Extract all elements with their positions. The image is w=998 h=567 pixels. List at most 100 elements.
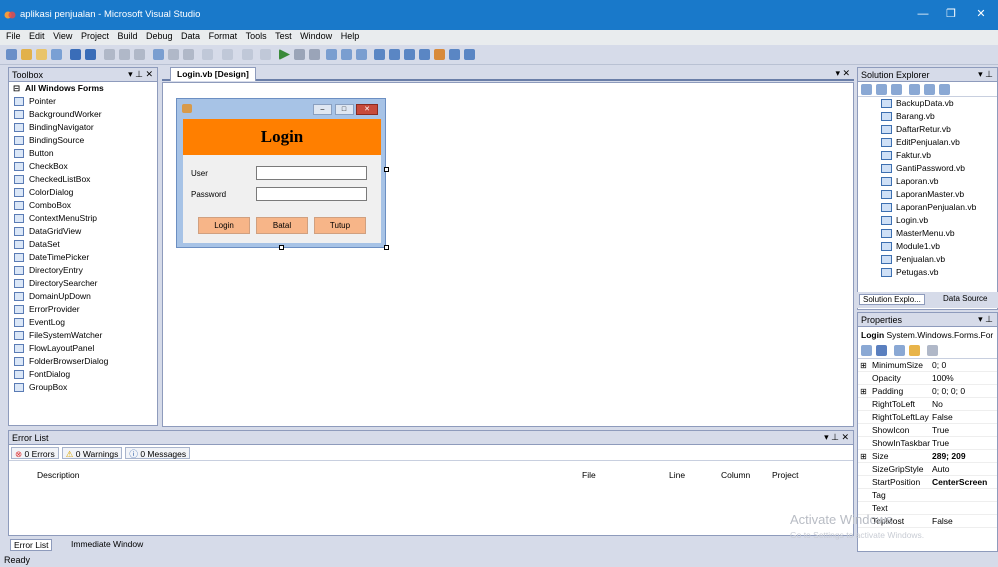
solution-file-item[interactable]: Laporan.vb bbox=[858, 175, 997, 188]
property-value[interactable]: True bbox=[932, 424, 949, 437]
properties-icon[interactable] bbox=[861, 84, 872, 95]
toolbox-item[interactable]: EventLog bbox=[9, 316, 157, 329]
refresh-icon[interactable] bbox=[891, 84, 902, 95]
user-textbox[interactable] bbox=[256, 166, 367, 180]
solution-file-item[interactable]: Faktur.vb bbox=[858, 149, 997, 162]
menu-tools[interactable]: Tools bbox=[243, 30, 270, 41]
restore-button[interactable]: ❐ bbox=[938, 5, 964, 23]
alphabetical-icon[interactable] bbox=[876, 345, 887, 356]
resize-handle-bottom[interactable] bbox=[279, 245, 284, 250]
property-value[interactable]: False bbox=[932, 515, 953, 528]
add-item-icon[interactable] bbox=[21, 49, 32, 60]
undo-icon[interactable] bbox=[202, 49, 213, 60]
column-file[interactable]: File bbox=[582, 470, 596, 480]
password-textbox[interactable] bbox=[256, 187, 367, 201]
solution-file-item[interactable]: Petugas.vb bbox=[858, 266, 997, 279]
solution-file-item[interactable]: GantiPassword.vb bbox=[858, 162, 997, 175]
property-row[interactable]: ⊞ Size 289; 209 bbox=[858, 450, 997, 463]
solution-file-item[interactable]: Penjualan.vb bbox=[858, 253, 997, 266]
find-icon[interactable] bbox=[374, 49, 385, 60]
messages-filter-button[interactable]: ⓘ 0 Messages bbox=[125, 447, 191, 459]
menu-format[interactable]: Format bbox=[206, 30, 241, 41]
toolbox-icon[interactable] bbox=[434, 49, 445, 60]
open-file-icon[interactable] bbox=[36, 49, 47, 60]
property-row[interactable]: ⊞ MinimumSize 0; 0 bbox=[858, 359, 997, 372]
property-row[interactable]: Opacity 100% bbox=[858, 372, 997, 385]
toolbox-item[interactable]: GroupBox bbox=[9, 381, 157, 394]
toolbox-category[interactable]: ⊟ All Windows Forms bbox=[9, 82, 157, 95]
batal-button[interactable]: Batal bbox=[256, 217, 308, 234]
toolbox-item[interactable]: ComboBox bbox=[9, 199, 157, 212]
menu-file[interactable]: File bbox=[3, 30, 24, 41]
solution-file-item[interactable]: EditPenjualan.vb bbox=[858, 136, 997, 149]
pane-controls[interactable]: ▾ ⊥ ✕ bbox=[824, 432, 849, 443]
toolbox-item[interactable]: BindingNavigator bbox=[9, 121, 157, 134]
errors-filter-button[interactable]: ⊗ 0 Errors bbox=[11, 447, 59, 459]
new-project-icon[interactable] bbox=[6, 49, 17, 60]
toolbox-item[interactable]: CheckBox bbox=[9, 160, 157, 173]
property-row[interactable]: ShowIcon True bbox=[858, 424, 997, 437]
copy-icon[interactable] bbox=[119, 49, 130, 60]
tab-login-design[interactable]: Login.vb [Design] bbox=[170, 67, 256, 81]
cut-icon[interactable] bbox=[104, 49, 115, 60]
login-form[interactable]: – □ ✕ Login User Password Login Batal Tu… bbox=[176, 98, 386, 248]
property-row[interactable]: RightToLeftLay False bbox=[858, 411, 997, 424]
property-value[interactable]: 0; 0; 0; 0 bbox=[932, 385, 965, 398]
toolbox-item[interactable]: BackgroundWorker bbox=[9, 108, 157, 121]
warnings-filter-button[interactable]: ⚠ 0 Warnings bbox=[61, 447, 123, 459]
step-into-icon[interactable] bbox=[326, 49, 337, 60]
outdent-icon[interactable] bbox=[183, 49, 194, 60]
resize-handle-corner[interactable] bbox=[384, 245, 389, 250]
tab-solution-explorer[interactable]: Solution Explo... bbox=[859, 294, 925, 305]
tutup-button[interactable]: Tutup bbox=[314, 217, 366, 234]
solution-explorer-icon[interactable] bbox=[389, 49, 400, 60]
solution-file-item[interactable]: Module1.vb bbox=[858, 240, 997, 253]
doc-tab-controls[interactable]: ▾ ✕ bbox=[835, 68, 850, 79]
property-row[interactable]: ⊞ Padding 0; 0; 0; 0 bbox=[858, 385, 997, 398]
start-page-icon[interactable] bbox=[449, 49, 460, 60]
toolbox-item[interactable]: BindingSource bbox=[9, 134, 157, 147]
solution-file-item[interactable]: Login.vb bbox=[858, 214, 997, 227]
indent-icon[interactable] bbox=[168, 49, 179, 60]
property-row[interactable]: Tag bbox=[858, 489, 997, 502]
menu-project[interactable]: Project bbox=[78, 30, 112, 41]
property-value[interactable]: No bbox=[932, 398, 943, 411]
solution-file-item[interactable]: MasterMenu.vb bbox=[858, 227, 997, 240]
redo-icon[interactable] bbox=[222, 49, 233, 60]
events-icon[interactable] bbox=[909, 345, 920, 356]
toolbox-item[interactable]: DateTimePicker bbox=[9, 251, 157, 264]
pane-controls[interactable]: ▾ ⊥ bbox=[978, 69, 993, 80]
column-project[interactable]: Project bbox=[772, 470, 798, 480]
save-all-icon[interactable] bbox=[85, 49, 96, 60]
property-value[interactable]: CenterScreen bbox=[932, 476, 987, 489]
login-button[interactable]: Login bbox=[198, 217, 250, 234]
toolbox-item[interactable]: FolderBrowserDialog bbox=[9, 355, 157, 368]
solution-file-item[interactable]: LaporanPenjualan.vb bbox=[858, 201, 997, 214]
menu-debug[interactable]: Debug bbox=[143, 30, 176, 41]
column-description[interactable]: Description bbox=[37, 470, 80, 480]
properties-object-selector[interactable]: Login System.Windows.Forms.For bbox=[858, 327, 997, 343]
pane-controls[interactable]: ▾ ⊥ ✕ bbox=[128, 69, 153, 80]
solution-file-item[interactable]: Barang.vb bbox=[858, 110, 997, 123]
property-row[interactable]: SizeGripStyle Auto bbox=[858, 463, 997, 476]
toolbox-item[interactable]: DataSet bbox=[9, 238, 157, 251]
view-designer-icon[interactable] bbox=[924, 84, 935, 95]
property-value[interactable]: Auto bbox=[932, 463, 950, 476]
close-button[interactable]: ✕ bbox=[968, 5, 994, 23]
pane-controls[interactable]: ▾ ⊥ bbox=[978, 314, 993, 325]
tab-error-list[interactable]: Error List bbox=[10, 539, 53, 551]
step-over-icon[interactable] bbox=[341, 49, 352, 60]
toolbox-item[interactable]: FontDialog bbox=[9, 368, 157, 381]
property-row[interactable]: RightToLeft No bbox=[858, 398, 997, 411]
toolbox-item[interactable]: FileSystemWatcher bbox=[9, 329, 157, 342]
menu-test[interactable]: Test bbox=[272, 30, 295, 41]
minimize-button[interactable]: — bbox=[910, 5, 936, 23]
expand-icon[interactable]: ⊞ bbox=[860, 450, 867, 463]
toolbox-item[interactable]: ColorDialog bbox=[9, 186, 157, 199]
property-pages-icon[interactable] bbox=[927, 345, 938, 356]
menu-view[interactable]: View bbox=[50, 30, 75, 41]
start-debugging-icon[interactable] bbox=[279, 49, 290, 60]
save-icon[interactable] bbox=[70, 49, 81, 60]
collapse-icon[interactable]: ⊟ bbox=[13, 82, 20, 95]
show-all-files-icon[interactable] bbox=[876, 84, 887, 95]
